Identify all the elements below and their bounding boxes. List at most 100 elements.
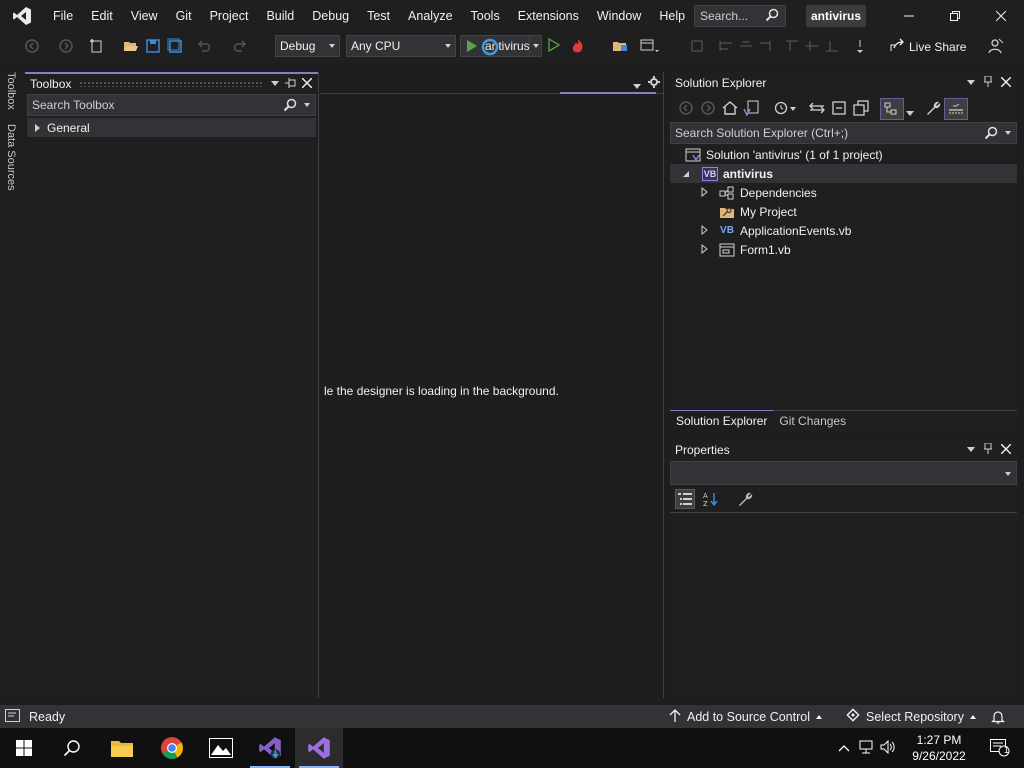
settings-gear-icon[interactable] [648,76,660,91]
add-to-source-control-button[interactable]: Add to Source Control [669,705,822,728]
search-options-dropdown[interactable] [1005,131,1011,135]
minimize-button[interactable] [886,0,932,32]
hot-reload-icon[interactable] [570,38,586,54]
switch-views-icon[interactable] [743,100,759,117]
navigate-back-icon[interactable] [24,38,40,54]
menu-window[interactable]: Window [588,0,650,32]
tree-project-node[interactable]: VB antivirus [670,164,1017,183]
show-all-files-icon[interactable] [853,100,869,116]
menu-help[interactable]: Help [650,0,694,32]
chevron-up-icon [816,714,822,719]
toggle-preview-icon[interactable] [944,98,968,120]
document-list-dropdown-icon[interactable] [633,79,641,93]
output-window-icon[interactable] [5,708,20,725]
menu-debug[interactable]: Debug [303,0,358,32]
pending-changes-filter-icon[interactable] [774,100,796,116]
run-target-dropdown[interactable] [529,36,541,56]
close-panel-icon[interactable] [1000,443,1012,457]
toolbox-search-input[interactable]: Search Toolbox [27,94,316,116]
tab-git-changes[interactable]: Git Changes [773,411,852,432]
home-icon[interactable] [722,100,738,116]
windows-start-icon[interactable] [0,728,48,768]
data-sources-side-tab[interactable]: Data Sources [5,124,17,191]
tray-overflow-chevron-icon[interactable] [838,741,850,755]
menu-test[interactable]: Test [358,0,399,32]
browse-folder-icon[interactable] [612,38,628,54]
window-position-dropdown-icon[interactable] [967,77,975,89]
navigate-forward-icon[interactable] [58,38,74,54]
forward-icon[interactable] [700,100,716,116]
toolbar-overflow-icon[interactable] [855,38,871,54]
tree-solution-node[interactable]: Solution 'antivirus' (1 of 1 project) [670,145,1017,164]
menu-tools[interactable]: Tools [462,0,509,32]
feedback-person-icon[interactable] [988,38,1004,54]
solution-explorer-search-input[interactable]: Search Solution Explorer (Ctrl+;) [670,122,1017,144]
toolbox-group-general[interactable]: General [27,118,316,137]
layout-icon[interactable] [640,38,659,54]
solution-configuration-select[interactable]: Debug [275,35,340,57]
pin-icon[interactable] [984,75,992,90]
property-pages-wrench-icon[interactable] [735,489,755,509]
save-icon[interactable] [145,38,161,54]
undo-icon[interactable] [196,38,212,54]
tree-item-my-project[interactable]: My Project [670,202,1017,221]
redo-icon[interactable] [232,38,248,54]
menu-edit[interactable]: Edit [82,0,122,32]
tab-solution-explorer[interactable]: Solution Explorer [670,410,774,432]
properties-object-selector[interactable] [670,461,1017,485]
panel-drag-handle[interactable] [79,81,263,87]
notifications-bell-icon[interactable] [991,705,1005,728]
visual-studio-taskbar-icon[interactable] [295,728,343,768]
close-panel-icon[interactable] [301,77,313,91]
file-explorer-icon[interactable] [98,728,146,768]
close-window-button[interactable] [978,0,1024,32]
action-center-icon[interactable]: 1 [976,728,1024,768]
auto-hide-pin-icon[interactable] [285,77,296,91]
expand-triangle-icon[interactable] [701,186,711,200]
menu-git[interactable]: Git [167,0,201,32]
expand-triangle-icon[interactable] [701,224,711,238]
collapse-all-icon[interactable] [831,100,847,116]
window-position-dropdown-icon[interactable] [967,444,975,456]
global-search-box[interactable]: Search... [694,5,786,27]
properties-wrench-icon[interactable] [925,100,941,116]
network-icon[interactable] [858,740,874,757]
collapse-triangle-icon[interactable] [682,170,692,178]
menu-build[interactable]: Build [257,0,303,32]
menu-file[interactable]: File [44,0,82,32]
chrome-icon[interactable] [148,728,196,768]
expand-triangle-icon[interactable] [701,243,711,257]
tree-item-form1[interactable]: Form1.vb [670,240,1017,259]
start-debugging-button[interactable]: antivirus [460,35,542,57]
visual-studio-installer-icon[interactable] [246,728,294,768]
start-without-debugging-icon[interactable] [547,37,563,54]
toolbar-dropdown-icon[interactable] [906,106,922,122]
menu-project[interactable]: Project [201,0,258,32]
save-all-icon[interactable] [167,38,183,54]
taskbar-search-icon[interactable] [48,728,96,768]
open-folder-icon[interactable] [123,38,139,54]
volume-icon[interactable] [880,739,896,757]
select-repository-button[interactable]: Select Repository [846,705,976,728]
restore-button[interactable] [932,0,978,32]
menu-extensions[interactable]: Extensions [509,0,588,32]
window-position-dropdown-icon[interactable] [271,78,279,90]
preview-selected-items-icon[interactable] [880,98,904,120]
categorized-view-icon[interactable] [675,488,695,509]
back-icon[interactable] [678,100,694,116]
taskbar-clock[interactable]: 1:27 PM 9/26/2022 [905,732,973,764]
sync-with-active-document-icon[interactable] [809,100,825,116]
menu-analyze[interactable]: Analyze [399,0,461,32]
solution-platform-select[interactable]: Any CPU [346,35,456,57]
new-project-icon[interactable] [89,38,105,54]
toolbox-side-tab[interactable]: Toolbox [5,72,17,110]
pin-icon[interactable] [984,442,992,457]
tree-item-application-events[interactable]: VB ApplicationEvents.vb [670,221,1017,240]
tree-item-dependencies[interactable]: Dependencies [670,183,1017,202]
photos-app-icon[interactable] [197,728,245,768]
alphabetical-sort-icon[interactable]: AZ [701,489,721,509]
live-share-button[interactable]: Live Share [890,38,966,55]
search-options-dropdown[interactable] [304,103,310,107]
menu-view[interactable]: View [122,0,167,32]
close-panel-icon[interactable] [1000,76,1012,90]
